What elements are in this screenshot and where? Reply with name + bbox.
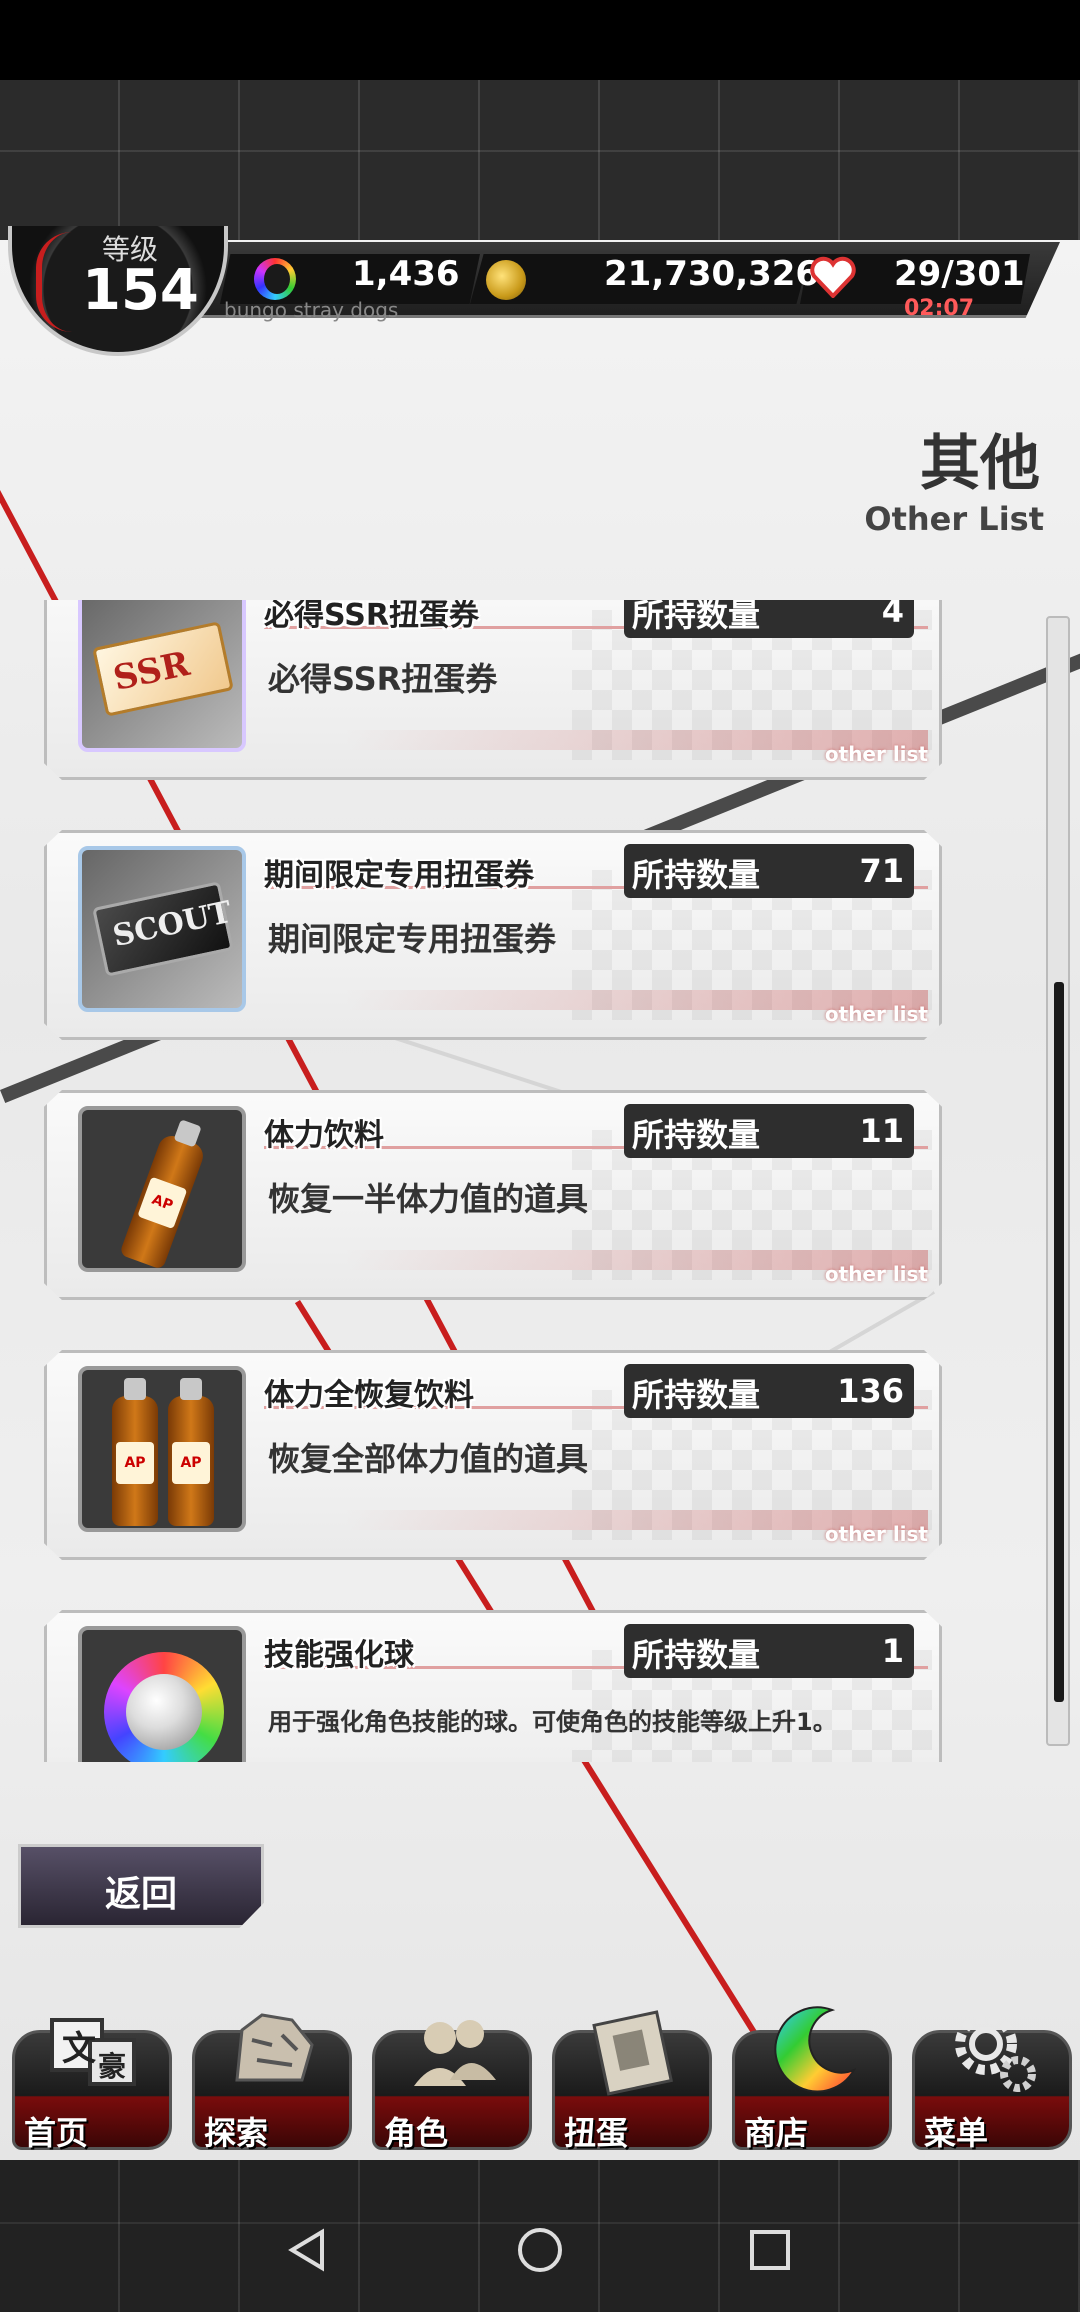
count-box: 所持数量 136	[624, 1364, 914, 1418]
nav-gacha[interactable]: 扭蛋	[552, 2000, 718, 2156]
svg-text:豪: 豪	[98, 2050, 126, 2083]
scout-ticket-text: SCOUT	[109, 894, 235, 955]
gacha-book-icon	[592, 2010, 673, 2096]
count-label: 所持数量	[632, 1376, 761, 1414]
item-title: 体力全恢复饮料	[264, 1378, 474, 1413]
item-list[interactable]: SSR 必得SSR扭蛋券 所持数量 4 必得SSR扭蛋券 other list …	[0, 600, 1080, 1762]
top-banner	[0, 80, 1080, 240]
item-title: 技能强化球	[264, 1638, 414, 1673]
back-triangle-icon[interactable]	[284, 2226, 332, 2274]
ssr-ticket-text: SSR	[109, 643, 194, 699]
nav-label: 商店	[744, 2114, 809, 2152]
back-button[interactable]: 返回	[18, 1844, 264, 1928]
gem-icon	[254, 258, 296, 300]
list-item[interactable]: SSR 必得SSR扭蛋券 所持数量 4 必得SSR扭蛋券 other list	[44, 600, 942, 780]
explore-tiger-icon	[235, 2013, 314, 2082]
gold-count: 21,730,326	[604, 254, 820, 294]
count-label: 所持数量	[632, 600, 761, 634]
page-subtitle: Other List	[864, 500, 1044, 538]
skill-orb-icon	[78, 1626, 246, 1762]
nav-characters[interactable]: 角色	[372, 2000, 538, 2156]
item-description: 用于强化角色技能的球。可使角色的技能等级上升1。	[268, 1708, 837, 1736]
count-value: 136	[837, 1372, 904, 1410]
item-description: 恢复全部体力值的道具	[268, 1440, 589, 1478]
ssr-ticket-icon: SSR	[78, 600, 246, 752]
item-title: 必得SSR扭蛋券	[264, 600, 479, 633]
item-title: 期间限定专用扭蛋券	[264, 858, 534, 893]
bottle-graphic: AP	[119, 1132, 207, 1268]
nav-label: 首页	[24, 2114, 89, 2152]
ssr-ticket-graphic: SSR	[92, 621, 234, 717]
scrollbar-thumb[interactable]	[1054, 982, 1064, 1702]
scout-ticket-icon: SCOUT	[78, 846, 246, 1012]
bottle-graphic-2: AP	[168, 1378, 214, 1526]
coin-icon	[486, 260, 526, 300]
ap-heart-icon	[810, 256, 856, 298]
count-box: 所持数量 4	[624, 600, 914, 638]
list-item[interactable]: AP AP 体力全恢复饮料 所持数量 136 恢复全部体力值的道具 other …	[44, 1350, 942, 1560]
count-label: 所持数量	[632, 1116, 761, 1154]
nav-label: 角色	[384, 2114, 449, 2152]
item-description: 恢复一半体力值的道具	[268, 1180, 589, 1218]
level-badge: 等级 154	[8, 226, 228, 356]
nav-home[interactable]: 文 豪 首页	[12, 2000, 178, 2156]
card-tag: other list	[824, 1522, 928, 1546]
count-label: 所持数量	[632, 856, 761, 894]
ap-timer: 02:07	[904, 296, 975, 321]
back-button-label: 返回	[104, 1874, 177, 1915]
status-bar	[0, 0, 1080, 80]
item-title: 体力饮料	[264, 1118, 384, 1153]
gem-count: 1,436	[352, 254, 460, 294]
list-item[interactable]: AP 体力饮料 所持数量 11 恢复一半体力值的道具 other list	[44, 1090, 942, 1300]
count-value: 1	[881, 1632, 904, 1670]
home-circle-icon[interactable]	[516, 2226, 564, 2274]
ap-count: 29/301	[894, 254, 1025, 294]
bottle-label: AP	[116, 1442, 154, 1484]
nav-label: 探索	[204, 2114, 269, 2152]
count-value: 71	[859, 852, 904, 890]
home-icon: 文 豪	[50, 2018, 136, 2086]
card-tag: other list	[824, 1262, 928, 1286]
nav-menu[interactable]: 菜单	[912, 2000, 1078, 2156]
count-value: 4	[881, 600, 904, 630]
recents-square-icon[interactable]	[746, 2226, 794, 2274]
bottom-nav: 文 豪 首页 探索 角色 扭蛋 商店 菜单	[0, 2000, 1080, 2160]
shop-moon-icon	[774, 2006, 857, 2093]
orb-graphic	[104, 1652, 224, 1762]
ap-drinks-icon: AP AP	[78, 1366, 246, 1532]
nav-explore[interactable]: 探索	[192, 2000, 358, 2156]
bottle-label: AP	[172, 1442, 210, 1484]
menu-gear-icon	[955, 2013, 1036, 2092]
count-label: 所持数量	[632, 1636, 761, 1674]
nav-label: 扭蛋	[564, 2114, 629, 2152]
count-box: 所持数量 11	[624, 1104, 914, 1158]
list-item[interactable]: 技能强化球 所持数量 1 用于强化角色技能的球。可使角色的技能等级上升1。	[44, 1610, 942, 1762]
level-arc	[36, 232, 72, 332]
ap-drink-icon: AP	[78, 1106, 246, 1272]
level-value: 154	[82, 258, 199, 323]
count-box: 所持数量 1	[624, 1624, 914, 1678]
scout-ticket-graphic: SCOUT	[92, 881, 235, 977]
item-description: 期间限定专用扭蛋券	[268, 920, 557, 958]
item-description: 必得SSR扭蛋券	[268, 660, 498, 698]
list-item[interactable]: SCOUT 期间限定专用扭蛋券 所持数量 71 期间限定专用扭蛋券 other …	[44, 830, 942, 1040]
page-title: 其他	[920, 429, 1040, 499]
nav-shop[interactable]: 商店	[732, 2000, 898, 2156]
card-tag: other list	[824, 1002, 928, 1026]
card-tag: other list	[824, 742, 928, 766]
bottle-label: AP	[137, 1176, 188, 1230]
characters-icon	[414, 2020, 496, 2086]
hud-caption: bungo stray dogs	[224, 298, 399, 322]
count-box: 所持数量 71	[624, 844, 914, 898]
player-hud: 1,436 bungo stray dogs 21,730,326 29/301…	[0, 226, 1080, 356]
nav-label: 菜单	[924, 2114, 989, 2152]
bottle-graphic: AP	[112, 1378, 158, 1526]
svg-text:文: 文	[62, 2029, 96, 2069]
count-value: 11	[859, 1112, 904, 1150]
scrollbar[interactable]	[1046, 616, 1070, 1746]
